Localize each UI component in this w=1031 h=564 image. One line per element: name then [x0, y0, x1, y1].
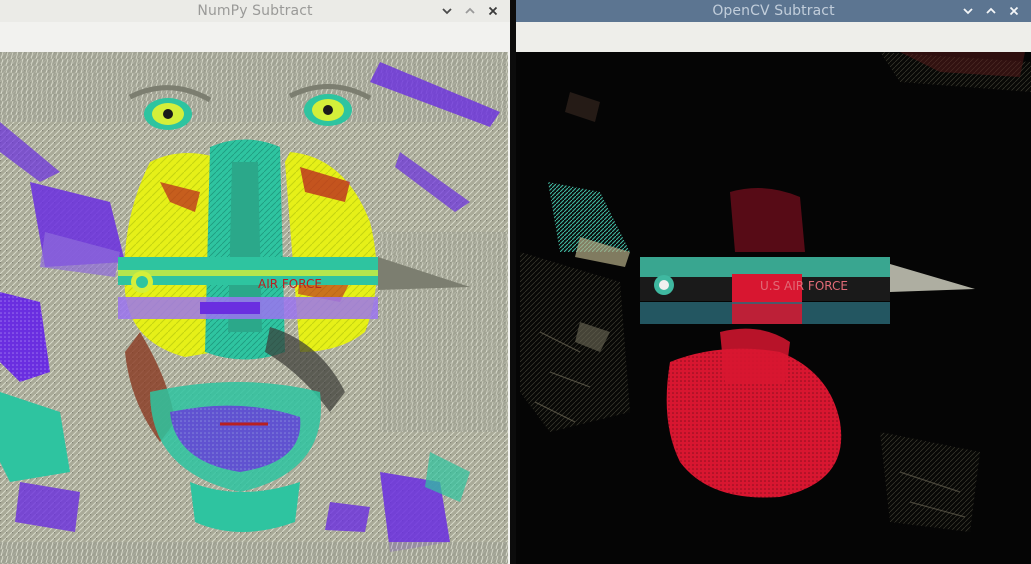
close-icon[interactable]: [481, 0, 504, 22]
window-controls: [956, 0, 1025, 22]
toolbar-area: [516, 22, 1031, 52]
opencv-result-image: U.S AIR FORCE: [520, 52, 1031, 564]
us-air-force-text: U.S AIR FORCE: [760, 279, 848, 293]
minimize-icon[interactable]: [435, 0, 458, 22]
numpy-result-image: AIR FORCE: [0, 52, 508, 564]
minimize-icon[interactable]: [956, 0, 979, 22]
close-icon[interactable]: [1002, 0, 1025, 22]
opencv-subtract-window: OpenCV Subtract U.S AIR FORCE: [516, 0, 1031, 564]
titlebar[interactable]: OpenCV Subtract: [516, 0, 1031, 22]
window-title: NumPy Subtract: [197, 3, 313, 19]
numpy-subtract-window: NumPy Subtract AIR FORCE: [0, 0, 510, 564]
window-controls: [435, 0, 504, 22]
air-force-text: AIR FORCE: [258, 277, 322, 291]
maximize-icon[interactable]: [458, 0, 481, 22]
maximize-icon[interactable]: [979, 0, 1002, 22]
toolbar-area: [0, 22, 510, 52]
window-title: OpenCV Subtract: [712, 3, 835, 19]
titlebar[interactable]: NumPy Subtract: [0, 0, 510, 22]
